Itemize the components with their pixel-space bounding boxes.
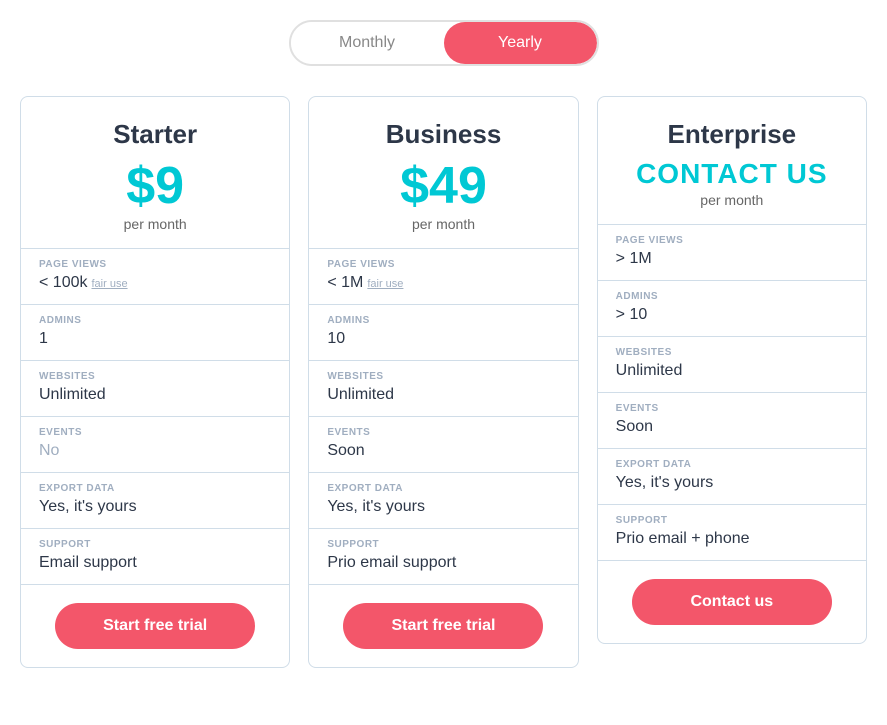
feature-value-business-2: Unlimited xyxy=(327,386,394,404)
cta-wrapper-business: Start free trial xyxy=(309,585,577,667)
feature-row-enterprise-0: PAGE VIEWS > 1M xyxy=(598,225,866,281)
feature-value-starter-4: Yes, it's yours xyxy=(39,498,137,516)
feature-row-business-5: SUPPORT Prio email support xyxy=(309,529,577,585)
feature-value-business-1: 10 xyxy=(327,330,345,348)
plan-period-starter: per month xyxy=(41,216,269,232)
plan-card-business: Business $49 per month PAGE VIEWS < 1M fair u… xyxy=(308,96,578,668)
feature-label-enterprise-3: EVENTS xyxy=(616,403,848,414)
feature-row-enterprise-5: SUPPORT Prio email + phone xyxy=(598,505,866,561)
feature-value-business-3: Soon xyxy=(327,442,364,460)
feature-label-enterprise-4: EXPORT DATA xyxy=(616,459,848,470)
feature-value-business-4: Yes, it's yours xyxy=(327,498,425,516)
feature-label-starter-2: WEBSITES xyxy=(39,371,271,382)
cta-button-enterprise[interactable]: Contact us xyxy=(632,579,832,625)
plan-price-business: $49 xyxy=(329,160,557,212)
feature-label-business-3: EVENTS xyxy=(327,427,559,438)
feature-label-enterprise-2: WEBSITES xyxy=(616,347,848,358)
cta-wrapper-starter: Start free trial xyxy=(21,585,289,667)
feature-label-starter-4: EXPORT DATA xyxy=(39,483,271,494)
feature-value-starter-2: Unlimited xyxy=(39,386,106,404)
feature-row-business-1: ADMINS 10 xyxy=(309,305,577,361)
feature-label-business-5: SUPPORT xyxy=(327,539,559,550)
cta-wrapper-enterprise: Contact us xyxy=(598,561,866,643)
feature-row-enterprise-2: WEBSITES Unlimited xyxy=(598,337,866,393)
plan-name-starter: Starter xyxy=(41,119,269,150)
plan-header-enterprise: Enterprise CONTACT US per month xyxy=(598,97,866,225)
feature-row-business-0: PAGE VIEWS < 1M fair use xyxy=(309,249,577,305)
feature-value-starter-1: 1 xyxy=(39,330,48,348)
feature-row-starter-2: WEBSITES Unlimited xyxy=(21,361,289,417)
feature-label-starter-5: SUPPORT xyxy=(39,539,271,550)
feature-value-enterprise-5: Prio email + phone xyxy=(616,530,750,548)
feature-label-business-4: EXPORT DATA xyxy=(327,483,559,494)
fair-use-link-business-0[interactable]: fair use xyxy=(367,278,403,290)
plan-header-starter: Starter $9 per month xyxy=(21,97,289,249)
feature-row-starter-5: SUPPORT Email support xyxy=(21,529,289,585)
plan-card-enterprise: Enterprise CONTACT US per month PAGE VIEWS >… xyxy=(597,96,867,644)
feature-value-enterprise-2: Unlimited xyxy=(616,362,683,380)
feature-row-enterprise-1: ADMINS > 10 xyxy=(598,281,866,337)
feature-label-enterprise-5: SUPPORT xyxy=(616,515,848,526)
cta-button-starter[interactable]: Start free trial xyxy=(55,603,255,649)
feature-value-starter-3: No xyxy=(39,442,59,460)
cta-button-business[interactable]: Start free trial xyxy=(343,603,543,649)
feature-value-enterprise-3: Soon xyxy=(616,418,653,436)
feature-label-business-0: PAGE VIEWS xyxy=(327,259,559,270)
feature-value-enterprise-1: > 10 xyxy=(616,306,648,324)
plan-price-starter: $9 xyxy=(41,160,269,212)
feature-value-starter-0: < 100k xyxy=(39,274,87,292)
plan-price-enterprise: CONTACT US xyxy=(618,160,846,188)
feature-label-enterprise-0: PAGE VIEWS xyxy=(616,235,848,246)
feature-row-business-3: EVENTS Soon xyxy=(309,417,577,473)
toggle-monthly[interactable]: Monthly xyxy=(291,22,444,64)
plan-name-enterprise: Enterprise xyxy=(618,119,846,150)
plan-header-business: Business $49 per month xyxy=(309,97,577,249)
feature-row-starter-1: ADMINS 1 xyxy=(21,305,289,361)
billing-toggle[interactable]: Monthly Yearly xyxy=(289,20,599,66)
feature-label-business-1: ADMINS xyxy=(327,315,559,326)
feature-row-enterprise-3: EVENTS Soon xyxy=(598,393,866,449)
toggle-yearly[interactable]: Yearly xyxy=(444,22,597,64)
plan-name-business: Business xyxy=(329,119,557,150)
fair-use-link-starter-0[interactable]: fair use xyxy=(91,278,127,290)
feature-label-enterprise-1: ADMINS xyxy=(616,291,848,302)
feature-row-business-2: WEBSITES Unlimited xyxy=(309,361,577,417)
plan-card-starter: Starter $9 per month PAGE VIEWS < 100k fair u… xyxy=(20,96,290,668)
feature-value-business-0: < 1M xyxy=(327,274,363,292)
feature-value-enterprise-4: Yes, it's yours xyxy=(616,474,714,492)
feature-row-starter-4: EXPORT DATA Yes, it's yours xyxy=(21,473,289,529)
feature-value-enterprise-0: > 1M xyxy=(616,250,652,268)
feature-label-starter-0: PAGE VIEWS xyxy=(39,259,271,270)
feature-value-starter-5: Email support xyxy=(39,554,137,572)
feature-value-business-5: Prio email support xyxy=(327,554,456,572)
feature-row-business-4: EXPORT DATA Yes, it's yours xyxy=(309,473,577,529)
feature-label-business-2: WEBSITES xyxy=(327,371,559,382)
feature-label-starter-1: ADMINS xyxy=(39,315,271,326)
feature-label-starter-3: EVENTS xyxy=(39,427,271,438)
feature-row-starter-0: PAGE VIEWS < 100k fair use xyxy=(21,249,289,305)
pricing-cards: Starter $9 per month PAGE VIEWS < 100k fair u… xyxy=(20,96,867,668)
plan-period-enterprise: per month xyxy=(618,192,846,208)
plan-period-business: per month xyxy=(329,216,557,232)
feature-row-enterprise-4: EXPORT DATA Yes, it's yours xyxy=(598,449,866,505)
feature-row-starter-3: EVENTS No xyxy=(21,417,289,473)
